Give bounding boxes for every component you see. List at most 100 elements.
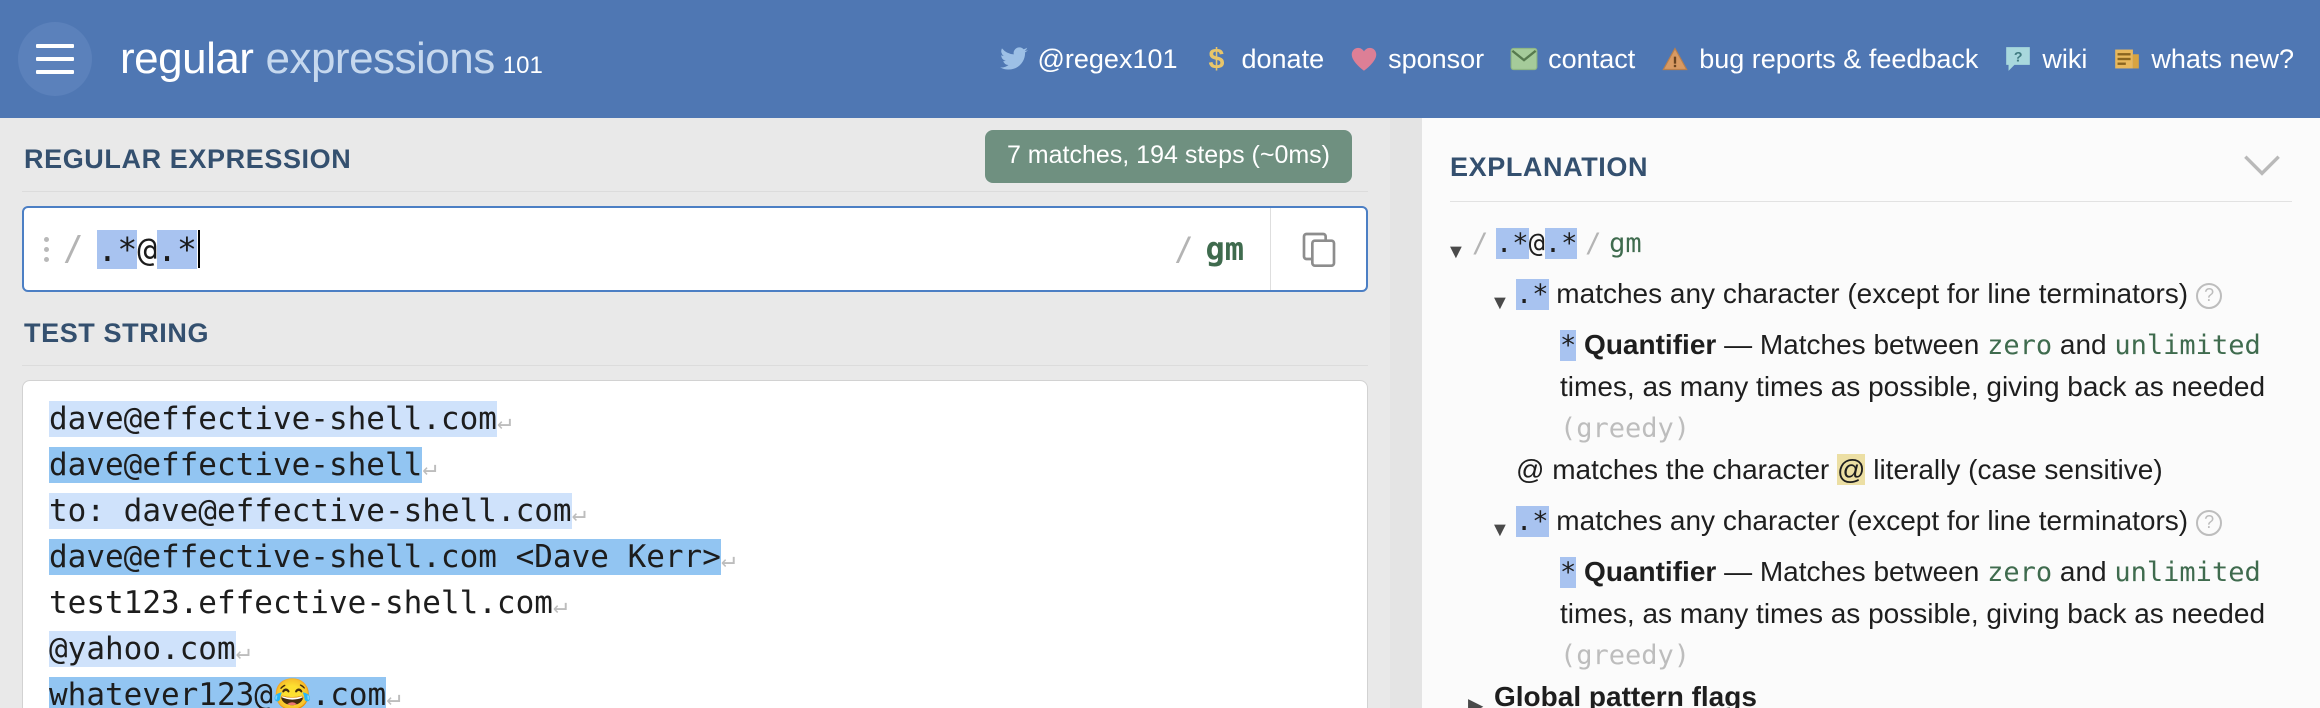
nav-link-whats-new-label: whats new? bbox=[2151, 43, 2294, 74]
match-segment: whatever123@😂.com bbox=[49, 677, 387, 708]
copy-icon[interactable] bbox=[1270, 208, 1366, 290]
envelope-icon bbox=[1510, 45, 1538, 73]
match-result-badge: 7 matches, 194 steps (~0ms) bbox=[984, 130, 1352, 183]
entry-description: matches any character (except for line t… bbox=[1548, 505, 2189, 536]
test-string-section-divider bbox=[22, 365, 1368, 366]
quantifier-dash: — bbox=[1724, 556, 1753, 587]
nav-link-donate[interactable]: $ donate bbox=[1204, 43, 1325, 75]
chevron-down-icon[interactable] bbox=[2242, 153, 2282, 182]
explanation-column: EXPLANATION ▼ / .*@.* / gm ▼ .* matches … bbox=[1422, 118, 2320, 708]
literal-prefix: @ matches the character bbox=[1516, 454, 1838, 485]
text-caret bbox=[197, 230, 200, 268]
pattern-token-0: .* bbox=[1496, 228, 1529, 259]
nav-link-twitter[interactable]: @regex101 bbox=[999, 43, 1178, 75]
more-options-icon[interactable] bbox=[44, 236, 49, 262]
test-line[interactable]: whatever123@😂.com↵ bbox=[23, 673, 1367, 708]
quantifier-min: zero bbox=[1987, 557, 2053, 588]
disclosure-triangle-icon[interactable]: ▼ bbox=[1490, 500, 1516, 551]
pattern-token-2: .* bbox=[1544, 228, 1578, 259]
news-icon bbox=[2113, 45, 2141, 73]
regex-flags[interactable]: / gm bbox=[1148, 208, 1270, 290]
test-line[interactable]: dave@effective-shell.com <Dave Kerr>↵ bbox=[23, 535, 1367, 581]
column-gap bbox=[1390, 118, 1422, 708]
brand-suffix-101: 101 bbox=[502, 52, 543, 79]
explanation-entry-quantifier-2: ▼ * Quantifier — Matches between zero an… bbox=[1534, 551, 2292, 676]
explanation-entry-dotstar-1[interactable]: ▼ .* matches any character (except for l… bbox=[1490, 273, 2292, 324]
test-line[interactable]: to: dave@effective-shell.com↵ bbox=[23, 489, 1367, 535]
pattern-flags: gm bbox=[1609, 228, 1642, 259]
regex-token-2: .* bbox=[157, 229, 197, 269]
regex-section-header: REGULAR EXPRESSION 7 matches, 194 steps … bbox=[22, 118, 1368, 183]
heart-icon bbox=[1350, 45, 1378, 73]
quantifier-text-before: Matches between bbox=[1752, 556, 1988, 587]
quantifier-token: * bbox=[1560, 557, 1577, 588]
quantifier-and: and bbox=[2052, 329, 2115, 360]
nav-link-bug-reports[interactable]: bug reports & feedback bbox=[1661, 44, 1978, 75]
disclosure-triangle-icon[interactable]: ▼ bbox=[1446, 222, 1472, 273]
quantifier-min: zero bbox=[1987, 330, 2053, 361]
site-logo[interactable]: regular expressions 101 bbox=[120, 34, 543, 84]
nav-link-donate-label: donate bbox=[1241, 43, 1325, 74]
spacer-icon: ▼ bbox=[1534, 324, 1560, 375]
disclosure-triangle-right-icon[interactable]: ▶ bbox=[1468, 676, 1494, 708]
svg-text:$: $ bbox=[1208, 44, 1224, 74]
quantifier-greedy: (greedy) bbox=[1560, 413, 1691, 444]
nav-link-whats-new[interactable]: whats new? bbox=[2113, 44, 2294, 75]
explanation-entry-dotstar-2[interactable]: ▼ .* matches any character (except for l… bbox=[1490, 500, 2292, 551]
nav-link-sponsor[interactable]: sponsor bbox=[1350, 44, 1484, 75]
test-line[interactable]: dave@effective-shell.com↵ bbox=[23, 397, 1367, 443]
newline-marker: ↵ bbox=[386, 683, 401, 708]
match-segment: dave@effective-shell.com bbox=[49, 401, 497, 437]
nav-link-sponsor-label: sponsor bbox=[1388, 43, 1485, 74]
main-body: REGULAR EXPRESSION 7 matches, 194 steps … bbox=[0, 118, 2320, 708]
warning-icon bbox=[1661, 45, 1689, 73]
regex-pattern-text[interactable]: .* @ .* bbox=[97, 229, 200, 269]
literal-token: @ bbox=[1837, 454, 1866, 485]
quantifier-text-after: times, as many times as possible, giving… bbox=[1560, 371, 2266, 402]
regex101-page: regular expressions 101 @regex101 $ dona… bbox=[0, 0, 2320, 708]
spacer-icon: ▼ bbox=[1534, 551, 1560, 602]
explanation-entry-at-literal: ▼ @ matches the character @ literally (c… bbox=[1490, 449, 2292, 500]
nav-link-wiki-label: wiki bbox=[2042, 43, 2088, 74]
pattern-close-slash: / bbox=[1585, 228, 1602, 259]
nav-link-twitter-label: @regex101 bbox=[1037, 43, 1178, 74]
editor-column: REGULAR EXPRESSION 7 matches, 194 steps … bbox=[0, 118, 1390, 708]
nav-link-contact[interactable]: contact bbox=[1510, 44, 1635, 75]
match-segment: @yahoo.com bbox=[49, 631, 236, 667]
explanation-pattern-row[interactable]: ▼ / .*@.* / gm bbox=[1446, 222, 2292, 273]
match-segment: dave@effective-shell bbox=[49, 447, 423, 483]
literal-suffix: literally (case sensitive) bbox=[1865, 454, 2163, 485]
help-icon[interactable]: ? bbox=[2196, 282, 2223, 309]
test-string-label: TEST STRING bbox=[24, 318, 210, 348]
explanation-header: EXPLANATION bbox=[1422, 118, 2320, 183]
quantifier-dash: — bbox=[1724, 329, 1753, 360]
entry-description: matches any character (except for line t… bbox=[1548, 278, 2189, 309]
quantifier-and: and bbox=[2052, 556, 2115, 587]
twitter-icon bbox=[999, 45, 1028, 73]
regex-input-box[interactable]: / .* @ .* / gm bbox=[22, 206, 1368, 292]
test-string-section-header: TEST STRING bbox=[22, 292, 1368, 349]
match-segment: dave@effective-shell.com <Dave Kerr> bbox=[49, 539, 721, 575]
regex-section-divider bbox=[22, 191, 1368, 192]
quantifier-label: Quantifier bbox=[1584, 556, 1717, 587]
nav-link-wiki[interactable]: ? wiki bbox=[2004, 44, 2087, 75]
help-icon[interactable]: ? bbox=[2196, 509, 2223, 536]
newline-marker: ↵ bbox=[496, 407, 512, 435]
disclosure-triangle-icon[interactable]: ▼ bbox=[1490, 273, 1516, 324]
quantifier-text-before: Matches between bbox=[1752, 329, 1988, 360]
test-string-editor[interactable]: dave@effective-shell.com↵ dave@effective… bbox=[22, 380, 1368, 708]
regex-input-area[interactable]: / .* @ .* bbox=[24, 208, 1148, 290]
regex-close-delimiter: / bbox=[1174, 230, 1194, 268]
test-line[interactable]: dave@effective-shell↵ bbox=[23, 443, 1367, 489]
newline-marker: ↵ bbox=[235, 637, 251, 665]
question-icon: ? bbox=[2004, 45, 2032, 73]
pattern-open-slash: / bbox=[1472, 228, 1489, 259]
test-line[interactable]: test123.effective-shell.com↵ bbox=[23, 581, 1367, 627]
hamburger-menu-icon[interactable] bbox=[18, 22, 92, 96]
unmatched-segment: test123.effective-shell.com bbox=[49, 585, 553, 621]
explanation-entry-quantifier-1: ▼ * Quantifier — Matches between zero an… bbox=[1534, 324, 2292, 449]
explanation-global-flags-row[interactable]: ▶ Global pattern flags bbox=[1468, 676, 2292, 708]
regex-flags-value: gm bbox=[1205, 230, 1244, 268]
quantifier-greedy: (greedy) bbox=[1560, 640, 1691, 671]
test-line[interactable]: @yahoo.com↵ bbox=[23, 627, 1367, 673]
